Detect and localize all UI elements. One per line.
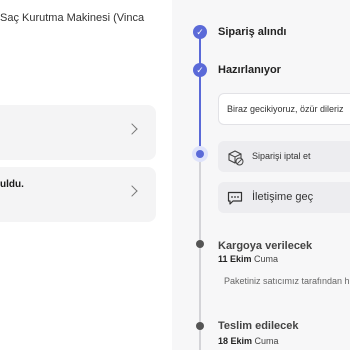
shipping-note: Paketiniz satıcımız tarafından h xyxy=(224,276,350,286)
product-name: Saç Kurutma Makinesi (Vinca xyxy=(0,12,145,24)
info-card-text: uldu. xyxy=(0,179,24,190)
order-timeline-panel: ✓ Sipariş alındı ✓ Hazırlanıyor Biraz ge… xyxy=(172,0,350,350)
step-date: 11 Ekim Cuma xyxy=(218,254,279,264)
chevron-right-icon xyxy=(126,123,138,135)
step-title: Hazırlanıyor xyxy=(218,64,281,76)
step-title: Sipariş alındı xyxy=(218,26,287,38)
contact-button[interactable]: İletişime geç xyxy=(218,182,350,213)
chat-icon xyxy=(227,191,243,205)
check-icon: ✓ xyxy=(193,25,207,39)
chevron-right-icon xyxy=(126,185,138,197)
order-items-panel: Saç Kurutma Makinesi (Vinca uldu. xyxy=(0,0,172,350)
delay-message-box: Biraz gecikiyoruz, özür dileriz xyxy=(218,93,350,125)
info-card[interactable] xyxy=(0,105,156,160)
current-step-marker xyxy=(196,150,204,158)
check-icon: ✓ xyxy=(193,63,207,77)
info-card[interactable]: uldu. xyxy=(0,167,156,222)
step-title: Kargoya verilecek xyxy=(218,240,313,252)
cancel-order-label: Siparişi iptal et xyxy=(252,151,311,161)
step-date: 18 Ekim Cuma xyxy=(218,336,279,346)
delay-message: Biraz gecikiyoruz, özür dileriz xyxy=(227,104,344,114)
pending-step-marker xyxy=(196,240,204,248)
cancel-order-button[interactable]: Siparişi iptal et xyxy=(218,141,350,172)
pending-step-marker xyxy=(196,322,204,330)
timeline-progress-line xyxy=(199,34,201,154)
step-title: Teslim edilecek xyxy=(218,320,299,332)
contact-label: İletişime geç xyxy=(252,191,314,203)
package-cancel-icon xyxy=(228,150,244,166)
